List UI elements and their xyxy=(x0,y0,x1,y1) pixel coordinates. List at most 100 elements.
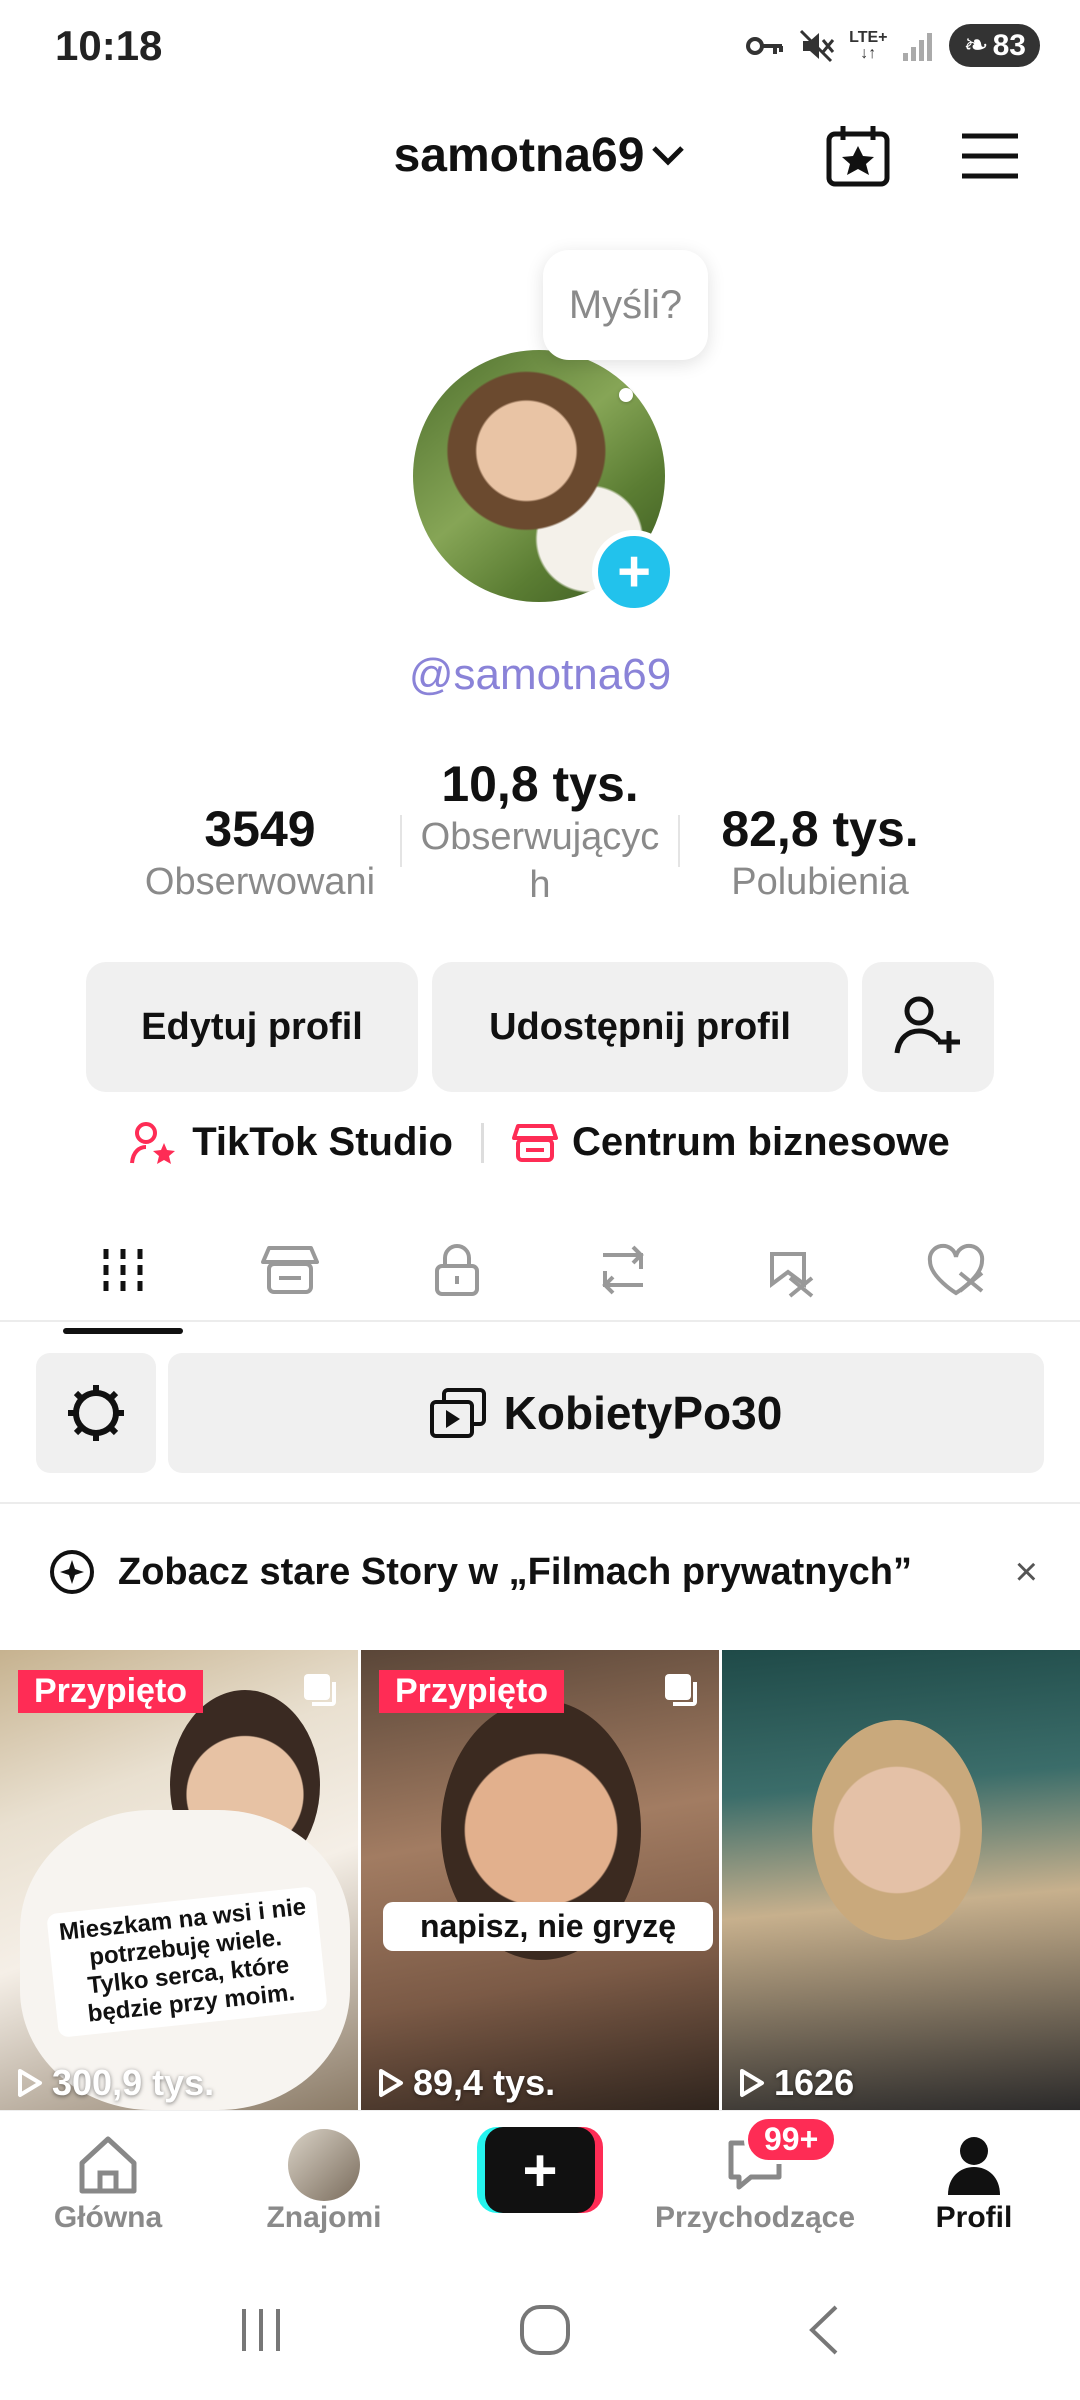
creator-links: TikTok Studio Centrum biznesowe xyxy=(0,1120,1080,1165)
battery-leaf-icon: ❧ xyxy=(963,29,989,62)
mute-icon xyxy=(800,29,835,62)
following-stat[interactable]: 3549 Obserwowani xyxy=(130,800,390,906)
home-icon xyxy=(79,2136,137,2194)
play-icon xyxy=(379,2069,403,2097)
play-icon xyxy=(740,2069,764,2097)
section-divider xyxy=(0,1502,1080,1504)
user-star-icon xyxy=(130,1121,176,1164)
create-button[interactable]: + xyxy=(477,2127,603,2213)
tabs-divider xyxy=(0,1320,1080,1322)
video-tile[interactable]: 1626 xyxy=(722,1650,1080,2110)
network-type: LTE+ ↓↑ xyxy=(849,28,888,62)
playlist-icon xyxy=(429,1388,486,1438)
stat-divider xyxy=(400,815,402,867)
plus-icon: + xyxy=(617,539,651,604)
nav-inbox-label: Przychodzące xyxy=(654,2201,856,2234)
chevron-down-icon xyxy=(652,145,685,166)
recent-apps-icon[interactable] xyxy=(236,2305,286,2355)
business-center-label: Centrum biznesowe xyxy=(571,1120,950,1164)
collection-settings-button[interactable] xyxy=(36,1353,156,1473)
liked-icon xyxy=(927,1243,984,1296)
profile-icon xyxy=(948,2137,1000,2195)
nav-friends-label: Znajomi xyxy=(266,2201,382,2234)
vpn-key-icon xyxy=(746,36,784,55)
story-notice-text: Zobacz stare Story w „Filmach prywatnych… xyxy=(118,1550,912,1593)
followers-count: 10,8 tys. xyxy=(441,756,639,812)
back-icon[interactable] xyxy=(804,2303,844,2357)
nav-friends[interactable]: Znajomi xyxy=(224,2129,424,2235)
likes-stat[interactable]: 82,8 tys. Polubienia xyxy=(690,800,950,906)
story-notice[interactable]: Zobacz stare Story w „Filmach prywatnych… xyxy=(48,1548,1038,1596)
profile-handle: @samotna69 xyxy=(408,650,672,699)
tab-favorites[interactable] xyxy=(730,1220,850,1320)
tab-liked[interactable] xyxy=(897,1220,1017,1320)
account-switcher[interactable]: samotna69 xyxy=(0,128,1080,183)
menu-button[interactable] xyxy=(954,120,1026,192)
play-icon xyxy=(18,2069,42,2097)
view-count: 89,4 tys. xyxy=(377,2062,555,2104)
shop-icon xyxy=(260,1246,319,1294)
stat-divider xyxy=(678,815,680,867)
favorites-icon xyxy=(769,1252,814,1298)
pinned-badge: Przypięto xyxy=(379,1670,565,1713)
videos-grid-icon xyxy=(103,1249,143,1291)
note-bubble-tail xyxy=(619,388,633,402)
multi-photo-icon xyxy=(304,1674,336,1706)
likes-count: 82,8 tys. xyxy=(721,801,919,857)
playlist-button[interactable]: KobietyPo30 xyxy=(168,1353,1044,1473)
links-separator xyxy=(480,1122,484,1163)
signal-icon xyxy=(903,32,933,61)
followers-label-line2: h xyxy=(529,864,551,906)
hamburger-menu-icon xyxy=(962,133,1018,179)
view-count: 1626 xyxy=(738,2062,854,2104)
nav-home[interactable]: Główna xyxy=(8,2129,208,2235)
tiktok-studio-label: TikTok Studio xyxy=(192,1120,453,1164)
multi-photo-icon xyxy=(665,1674,697,1706)
gear-icon xyxy=(68,1385,124,1441)
story-sparkle-icon xyxy=(50,1550,94,1594)
tab-shop[interactable] xyxy=(230,1220,350,1320)
lock-icon xyxy=(434,1244,479,1296)
following-count: 3549 xyxy=(204,801,316,857)
pinned-badge: Przypięto xyxy=(18,1670,204,1713)
calendar-star-icon xyxy=(826,126,890,187)
tab-reposts[interactable] xyxy=(563,1220,683,1320)
video-tile[interactable]: Przypięto napisz, nie gryzę 89,4 tys. xyxy=(361,1650,719,2110)
video-caption: napisz, nie gryzę xyxy=(383,1902,713,1951)
username-title: samotna69 xyxy=(393,129,645,182)
add-user-icon xyxy=(894,996,960,1054)
store-icon xyxy=(511,1123,558,1162)
note-bubble[interactable]: Myśli? xyxy=(543,250,708,360)
business-center-link[interactable]: Centrum biznesowe xyxy=(511,1120,950,1165)
status-time: 10:18 xyxy=(55,22,163,69)
calendar-star-button[interactable] xyxy=(822,120,894,192)
tiktok-studio-link[interactable]: TikTok Studio xyxy=(130,1120,453,1165)
playlist-name: KobietyPo30 xyxy=(503,1387,783,1439)
add-story-button[interactable]: + xyxy=(592,530,676,614)
tab-private[interactable] xyxy=(397,1220,517,1320)
nav-home-label: Główna xyxy=(53,2201,163,2234)
system-navigation xyxy=(0,2290,1080,2370)
tab-videos[interactable] xyxy=(63,1220,184,1334)
add-friend-button[interactable] xyxy=(862,962,994,1092)
home-circle-icon[interactable] xyxy=(518,2303,572,2357)
followers-label-line1: Obserwującyc xyxy=(420,816,660,858)
following-label: Obserwowani xyxy=(144,861,376,903)
video-thumbnail xyxy=(812,1720,982,1940)
close-icon[interactable]: × xyxy=(1015,1550,1038,1595)
profile-tabs xyxy=(0,1220,1080,1334)
edit-profile-button[interactable]: Edytuj profil xyxy=(86,962,418,1092)
friends-avatar xyxy=(288,2129,360,2201)
followers-stat[interactable]: 10,8 tys. Obserwującyc h xyxy=(405,755,675,909)
status-icons: LTE+ ↓↑ ❧ 83 xyxy=(745,24,1040,67)
repost-icon xyxy=(602,1245,645,1295)
plus-icon: + xyxy=(522,2136,558,2204)
bottom-navigation: Główna Znajomi + Przychodzące Profil xyxy=(0,2110,1080,2261)
video-tile[interactable]: Przypięto Mieszkam na wsi i nie potrzebu… xyxy=(0,1650,358,2110)
likes-label: Polubienia xyxy=(731,861,909,903)
nav-profile[interactable]: Profil xyxy=(874,2129,1074,2235)
view-count: 300,9 tys. xyxy=(16,2062,214,2104)
nav-profile-label: Profil xyxy=(935,2201,1013,2234)
inbox-badge: 99+ xyxy=(744,2115,839,2164)
share-profile-button[interactable]: Udostępnij profil xyxy=(432,962,848,1092)
